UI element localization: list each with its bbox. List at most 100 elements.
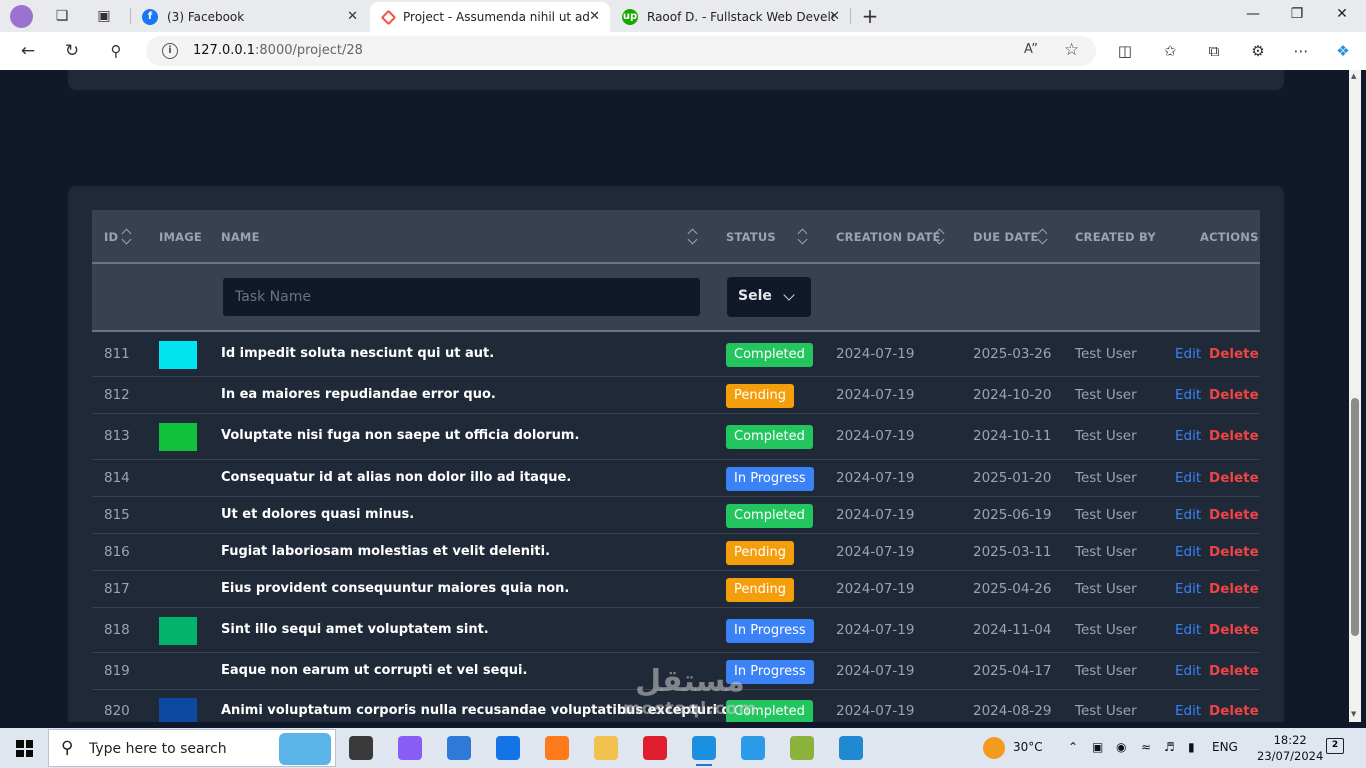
page-scrollbar[interactable]: ▲ ▼ (1349, 70, 1361, 722)
workspaces-icon[interactable]: ❏ (53, 7, 71, 25)
delete-link[interactable]: Delete (1209, 581, 1259, 597)
sort-icon[interactable] (797, 226, 810, 248)
header-creation-date[interactable]: CREATION DATE (836, 230, 941, 244)
maximize-icon[interactable]: ❐ (1287, 6, 1307, 22)
language-indicator[interactable]: ENG (1212, 740, 1238, 754)
task-name[interactable]: In ea maiores repudiandae error quo. (221, 387, 496, 402)
copilot-icon[interactable]: ❖ (1333, 41, 1353, 61)
refresh-icon[interactable]: ↻ (61, 40, 83, 62)
task-name[interactable]: Eaque non earum ut corrupti et vel sequi… (221, 663, 527, 678)
sort-icon[interactable] (687, 226, 700, 248)
close-icon[interactable]: ✕ (589, 9, 600, 24)
edit-link[interactable]: Edit (1175, 622, 1201, 638)
favorites-icon[interactable]: ✩ (1160, 41, 1180, 61)
meet-icon[interactable]: ▣ (1092, 740, 1103, 754)
edit-link[interactable]: Edit (1175, 544, 1201, 560)
window-close-icon[interactable]: ✕ (1332, 6, 1352, 22)
weather-icon[interactable] (983, 737, 1005, 759)
delete-link[interactable]: Delete (1209, 544, 1259, 560)
created-by: Test User (1075, 506, 1137, 523)
tab-upwork[interactable]: up Raoof D. - Fullstack Web Develop ✕ (612, 2, 850, 32)
scrollbar-thumb[interactable] (1351, 398, 1359, 636)
battery-icon[interactable]: ▮ (1188, 740, 1195, 754)
minimize-icon[interactable]: — (1243, 6, 1263, 22)
url-text[interactable]: 127.0.0.1:8000/project/28 (193, 43, 363, 58)
delete-link[interactable]: Delete (1209, 387, 1259, 403)
vscode-icon[interactable] (839, 736, 863, 760)
tab-project[interactable]: Project - Assumenda nihil ut adip ✕ (370, 2, 610, 32)
close-icon[interactable]: ✕ (347, 9, 358, 24)
collections-icon[interactable]: ⧉ (1204, 41, 1224, 61)
scroll-down-icon[interactable]: ▼ (1351, 710, 1356, 718)
firefox-icon[interactable] (545, 736, 569, 760)
header-id[interactable]: ID (104, 230, 118, 244)
edit-link[interactable]: Edit (1175, 703, 1201, 719)
copilot-icon[interactable] (398, 736, 422, 760)
extensions-icon[interactable]: ⚙ (1248, 41, 1268, 61)
edit-link[interactable]: Edit (1175, 581, 1201, 597)
scroll-up-icon[interactable]: ▲ (1351, 72, 1356, 80)
more-icon[interactable]: ⋯ (1291, 41, 1311, 61)
tasks-card: ID IMAGE NAME STATUS CREATION DATE DUE D… (68, 186, 1284, 722)
tab-title: (3) Facebook (167, 10, 245, 24)
task-name[interactable]: Consequatur id at alias non dolor illo a… (221, 470, 571, 485)
profile-icon[interactable] (10, 5, 33, 28)
search-icon: ⚲ (61, 738, 74, 758)
chevron-up-icon[interactable]: ⌃ (1068, 740, 1078, 754)
read-aloud-icon[interactable]: A” (1024, 42, 1038, 57)
opera-icon[interactable] (643, 736, 667, 760)
split-screen-icon[interactable]: ◫ (1115, 41, 1135, 61)
task-name[interactable]: Eius provident consequuntur maiores quia… (221, 581, 569, 596)
delete-link[interactable]: Delete (1209, 622, 1259, 638)
task-name[interactable]: Id impedit soluta nesciunt qui ut aut. (221, 346, 494, 361)
taskbar-clock[interactable]: 18:22 23/07/2024 (1257, 732, 1323, 764)
task-name[interactable]: Ut et dolores quasi minus. (221, 507, 414, 522)
delete-link[interactable]: Delete (1209, 703, 1259, 719)
sort-icon[interactable] (934, 226, 947, 248)
edit-link[interactable]: Edit (1175, 470, 1201, 486)
task-view-icon[interactable] (349, 736, 373, 760)
taskbar-search[interactable]: ⚲ Type here to search (48, 729, 336, 767)
task-name[interactable]: Sint illo sequi amet voluptatem sint. (221, 622, 489, 637)
edit-link[interactable]: Edit (1175, 507, 1201, 523)
task-name[interactable]: Voluptate nisi fuga non saepe ut officia… (221, 428, 579, 443)
search-icon[interactable]: ⚲ (105, 40, 127, 62)
edit-link[interactable]: Edit (1175, 346, 1201, 362)
edit-link[interactable]: Edit (1175, 387, 1201, 403)
header-status[interactable]: STATUS (726, 230, 776, 244)
delete-link[interactable]: Delete (1209, 470, 1259, 486)
site-info-icon[interactable]: i (162, 43, 178, 59)
delete-link[interactable]: Delete (1209, 663, 1259, 679)
address-bar[interactable]: i 127.0.0.1:8000/project/28 A” ☆ (146, 36, 1096, 66)
header-due-date[interactable]: DUE DATE (973, 230, 1039, 244)
close-icon[interactable]: ✕ (829, 9, 840, 24)
network-status-icon[interactable]: ◉ (1116, 740, 1126, 754)
edit-link[interactable]: Edit (1175, 663, 1201, 679)
header-name[interactable]: NAME (221, 230, 260, 244)
weather-temperature[interactable]: 30°C (1013, 740, 1043, 754)
sublime-app-icon[interactable] (790, 736, 814, 760)
browser-app-icon[interactable] (741, 736, 765, 760)
mail-icon[interactable] (496, 736, 520, 760)
edit-link[interactable]: Edit (1175, 428, 1201, 444)
volume-icon[interactable]: ♬ (1164, 740, 1175, 754)
delete-link[interactable]: Delete (1209, 428, 1259, 444)
delete-link[interactable]: Delete (1209, 346, 1259, 362)
sort-icon[interactable] (1037, 226, 1050, 248)
notification-icon[interactable]: 2 (1326, 738, 1344, 754)
wifi-icon[interactable]: ≈ (1141, 740, 1151, 754)
edge-icon[interactable] (692, 736, 716, 766)
store-icon[interactable] (447, 736, 471, 760)
windows-start-icon[interactable] (16, 740, 33, 757)
delete-link[interactable]: Delete (1209, 507, 1259, 523)
tab-actions-icon[interactable]: ▣ (95, 7, 113, 25)
task-name-filter-input[interactable] (222, 277, 701, 317)
tab-facebook[interactable]: f (3) Facebook ✕ (132, 2, 368, 32)
sort-icon[interactable] (121, 226, 134, 248)
new-tab-icon[interactable]: + (861, 6, 879, 26)
back-icon[interactable]: ← (17, 40, 39, 62)
status-filter-select[interactable]: Select Status (727, 277, 811, 317)
favorite-star-icon[interactable]: ☆ (1064, 40, 1079, 60)
file-explorer-icon[interactable] (594, 736, 618, 760)
task-name[interactable]: Fugiat laboriosam molestias et velit del… (221, 544, 550, 559)
